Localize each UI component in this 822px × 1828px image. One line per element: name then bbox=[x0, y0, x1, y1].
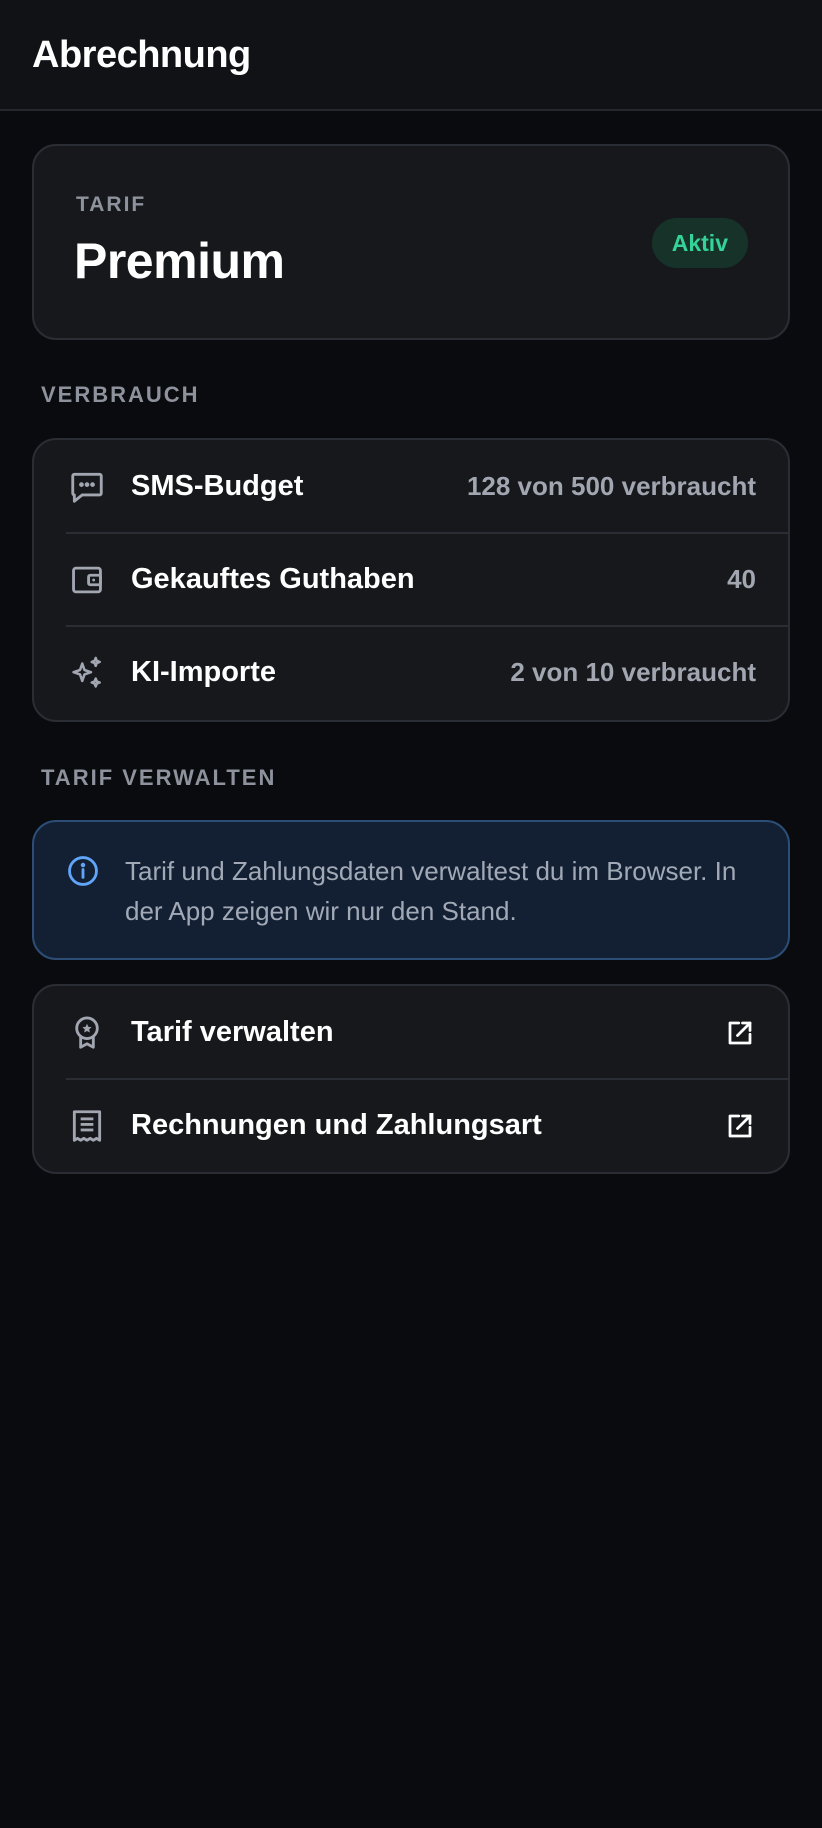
plan-card: TARIF Premium Aktiv bbox=[32, 144, 790, 340]
external-link-icon bbox=[724, 1017, 756, 1049]
plan-name: Premium bbox=[74, 233, 285, 289]
external-link-icon bbox=[724, 1110, 756, 1142]
usage-label: Gekauftes Guthaben bbox=[131, 563, 415, 595]
usage-value: 40 bbox=[727, 564, 756, 594]
plan-eyebrow: TARIF bbox=[76, 193, 147, 216]
usage-row-sms-budget: SMS-Budget 128 von 500 verbraucht bbox=[34, 440, 788, 533]
info-text: Tarif und Zahlungsdaten verwaltest du im… bbox=[125, 856, 737, 926]
usage-label: SMS-Budget bbox=[131, 470, 304, 502]
wallet-icon bbox=[68, 561, 106, 599]
info-box: Tarif und Zahlungsdaten verwaltest du im… bbox=[32, 820, 790, 960]
usage-card: SMS-Budget 128 von 500 verbraucht Gekauf… bbox=[32, 438, 790, 722]
message-dots-icon bbox=[68, 468, 106, 506]
manage-link-label: Tarif verwalten bbox=[131, 1016, 334, 1048]
page-title: Abrechnung bbox=[32, 34, 251, 76]
manage-plan-link[interactable]: Tarif verwalten bbox=[34, 986, 788, 1079]
usage-row-purchased-credit: Gekauftes Guthaben 40 bbox=[34, 532, 788, 626]
manage-section-label: TARIF VERWALTEN bbox=[41, 765, 277, 790]
sparkles-icon bbox=[68, 654, 106, 692]
award-icon bbox=[68, 1014, 106, 1052]
manage-card: Tarif verwalten Rechnungen und Zahlungsa… bbox=[32, 984, 790, 1174]
app-header: Abrechnung bbox=[0, 0, 822, 111]
manage-link-label: Rechnungen und Zahlungsart bbox=[131, 1109, 542, 1141]
usage-section-label: VERBRAUCH bbox=[41, 382, 200, 407]
status-badge: Aktiv bbox=[651, 218, 748, 268]
receipt-icon bbox=[68, 1107, 106, 1145]
invoices-payment-link[interactable]: Rechnungen und Zahlungsart bbox=[34, 1078, 788, 1172]
usage-value: 2 von 10 verbraucht bbox=[510, 657, 756, 687]
info-icon bbox=[68, 856, 98, 886]
usage-value: 128 von 500 verbraucht bbox=[466, 471, 756, 501]
usage-label: KI-Importe bbox=[131, 656, 276, 688]
usage-row-ai-imports: KI-Importe 2 von 10 verbraucht bbox=[34, 625, 788, 719]
